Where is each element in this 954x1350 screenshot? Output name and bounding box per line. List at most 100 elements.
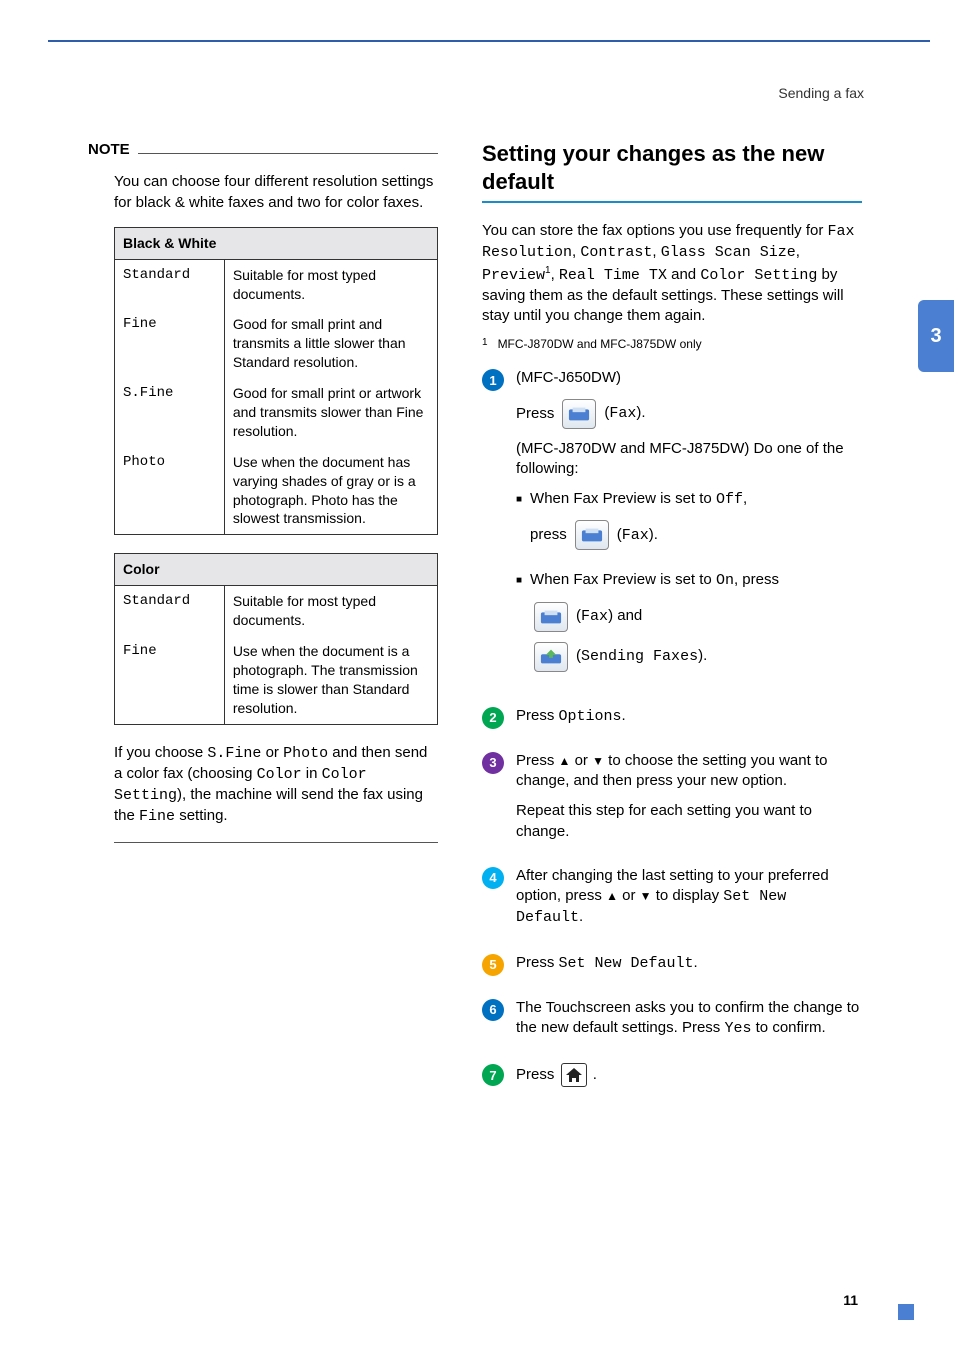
note-rule (138, 153, 438, 154)
fax-icon (534, 602, 568, 632)
model-label-2: (MFC-J870DW and MFC-J875DW) Do one of th… (516, 439, 862, 480)
t: On (716, 572, 734, 589)
table-row: StandardSuitable for most typed document… (115, 259, 438, 309)
t: Fax (609, 405, 636, 422)
t: Off (716, 491, 743, 508)
step-badge: 6 (482, 999, 504, 1021)
table-row: S.FineGood for small print or artwork an… (115, 378, 438, 447)
res-val: Suitable for most typed documents. (224, 259, 437, 309)
t: to confirm. (751, 1019, 825, 1036)
model-label: (MFC-J650DW) (516, 368, 862, 388)
chapter-tab: 3 (918, 300, 954, 372)
t: Press (516, 954, 559, 971)
fax-icon (562, 399, 596, 429)
t: and (613, 607, 642, 624)
t: Press (516, 752, 559, 769)
step-2: 2 Press Options. (482, 706, 862, 737)
t: (Fax) and (576, 606, 642, 627)
down-arrow-icon: ▼ (640, 889, 652, 903)
t: Color (257, 766, 302, 783)
step-badge: 2 (482, 707, 504, 729)
t: Glass Scan Size (661, 244, 796, 261)
t: Repeat this step for each setting you wa… (516, 801, 862, 842)
t: Fax (622, 527, 649, 544)
res-key: Standard (115, 586, 225, 636)
left-column: NOTE You can choose four different resol… (88, 140, 438, 1111)
t: You can store the fax options you use fr… (482, 222, 828, 239)
step-badge: 7 (482, 1064, 504, 1086)
step-6: 6 The Touchscreen asks you to confirm th… (482, 998, 862, 1050)
chapter-number: 3 (930, 323, 941, 350)
t: Set New Default (559, 955, 694, 972)
t: Contrast (580, 244, 652, 261)
color-table: Color StandardSuitable for most typed do… (114, 553, 438, 724)
t: Real Time TX (559, 267, 667, 284)
press-fax-row: Press (Fax). (516, 399, 862, 429)
color-header: Color (115, 554, 438, 586)
t: Fine (139, 808, 175, 825)
breadcrumb: Sending a fax (778, 84, 864, 103)
t: (Fax). (604, 403, 645, 424)
t: . (694, 954, 698, 971)
page-content: NOTE You can choose four different resol… (88, 140, 864, 1111)
res-val: Good for small print or artwork and tran… (224, 378, 437, 447)
t: Press (516, 404, 554, 424)
t: press (530, 525, 567, 545)
step-4: 4 After changing the last setting to you… (482, 866, 862, 939)
top-rule (48, 40, 930, 42)
bw-table: Black & White StandardSuitable for most … (114, 227, 438, 536)
t: Press (516, 707, 559, 724)
t: . (622, 707, 626, 724)
footnote-num: 1 (482, 336, 488, 352)
table-row: PhotoUse when the document has varying s… (115, 447, 438, 535)
res-key: Fine (115, 636, 225, 724)
step-badge: 4 (482, 867, 504, 889)
section-title: Setting your changes as the new default (482, 140, 862, 195)
t: Options (559, 708, 622, 725)
table-row: FineGood for small print and transmits a… (115, 309, 438, 378)
res-val: Use when the document has varying shades… (224, 447, 437, 535)
t: Sending Faxes (581, 648, 698, 665)
t: If you choose (114, 744, 207, 761)
bw-header: Black & White (115, 227, 438, 259)
t: setting. (175, 807, 228, 824)
step-1: 1 (MFC-J650DW) Press (Fax). (MFC-J870DW … (482, 368, 862, 691)
page-number: 11 (843, 1291, 858, 1310)
sub-list: When Fax Preview is set to Off, press (F… (516, 489, 862, 682)
footnote: 1 MFC-J870DW and MFC-J875DW only (482, 336, 862, 352)
t: to display (652, 887, 724, 904)
fax-icon (575, 520, 609, 550)
section-intro: You can store the fax options you use fr… (482, 221, 862, 326)
sending-faxes-icon (534, 642, 568, 672)
note-intro: You can choose four different resolution… (114, 172, 438, 213)
steps-list: 1 (MFC-J650DW) Press (Fax). (MFC-J870DW … (482, 368, 862, 1097)
note-label: NOTE (88, 140, 130, 160)
t: Yes (724, 1020, 751, 1037)
note-close-rule (114, 842, 438, 843)
t: Fax (581, 608, 608, 625)
res-val: Use when the document is a photograph. T… (224, 636, 437, 724)
t: , (551, 266, 559, 283)
step-5: 5 Press Set New Default. (482, 953, 862, 984)
t: or (618, 887, 640, 904)
table-row: FineUse when the document is a photograp… (115, 636, 438, 724)
t: or (261, 744, 283, 761)
t: . (579, 908, 583, 925)
res-val: Good for small print and transmits a lit… (224, 309, 437, 378)
t: (Sending Faxes). (576, 646, 707, 667)
t: Photo (283, 745, 328, 762)
step-badge: 3 (482, 752, 504, 774)
section-rule (482, 201, 862, 203)
down-arrow-icon: ▼ (592, 754, 604, 768)
t: , press (734, 571, 779, 588)
t: , (796, 243, 800, 260)
t: S.Fine (207, 745, 261, 762)
res-key: Standard (115, 259, 225, 309)
t: or (570, 752, 592, 769)
res-key: Fine (115, 309, 225, 378)
t: , (652, 243, 660, 260)
res-key: S.Fine (115, 378, 225, 447)
t: and (667, 266, 700, 283)
up-arrow-icon: ▲ (606, 889, 618, 903)
step-badge: 1 (482, 369, 504, 391)
